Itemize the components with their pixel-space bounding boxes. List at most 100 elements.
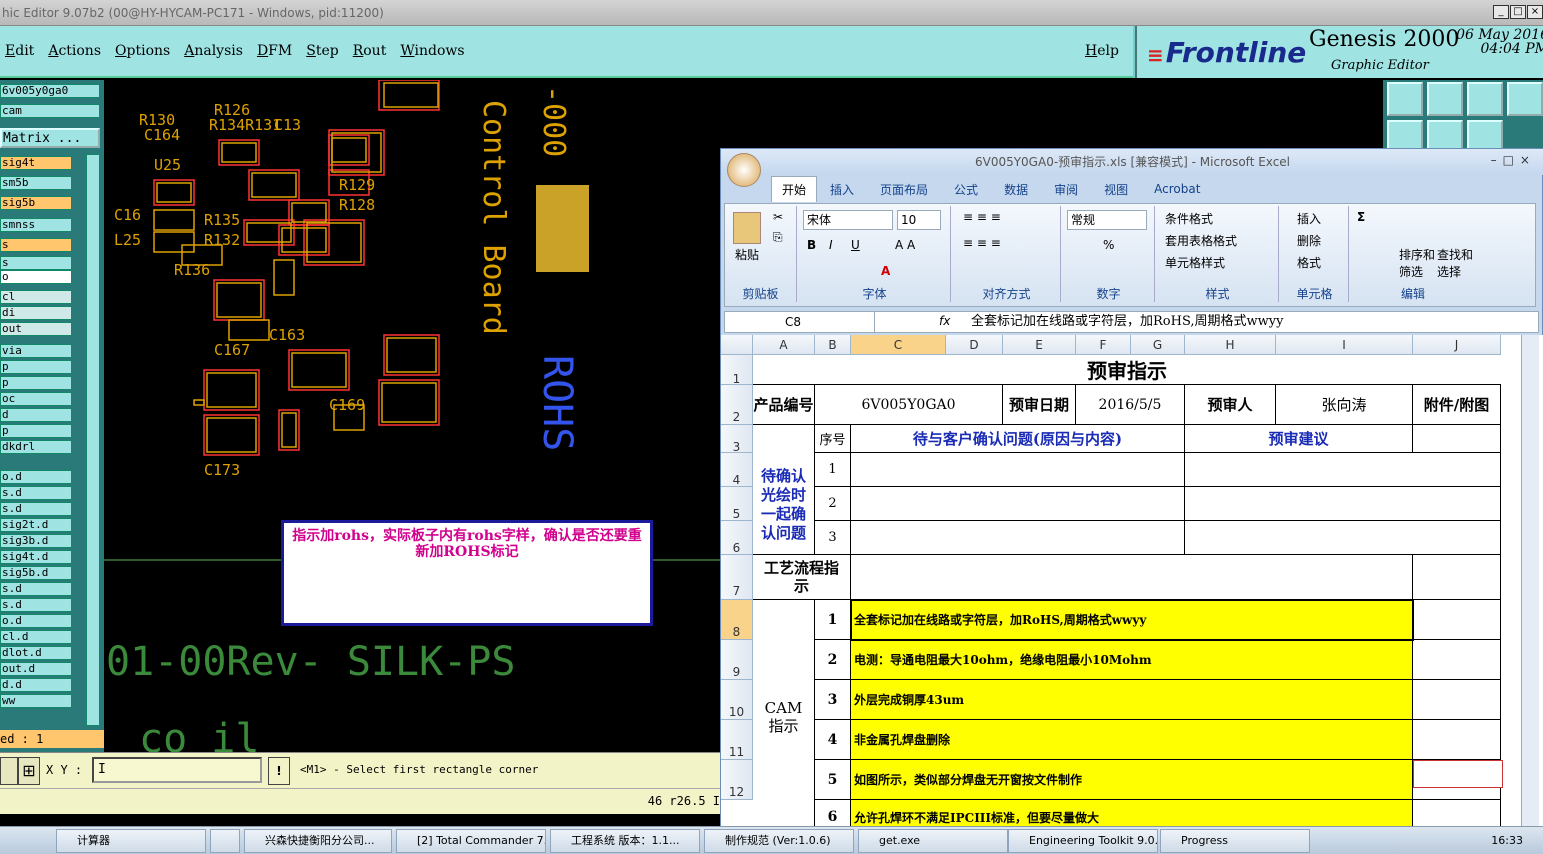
format-button[interactable]: 格式 [1297, 254, 1321, 271]
info-icon[interactable]: ! [268, 757, 290, 785]
layer-item[interactable]: s.d [0, 598, 72, 612]
tab-formulas[interactable]: 公式 [954, 181, 978, 198]
layer-item[interactable]: s [0, 256, 72, 270]
cmd-icon[interactable] [0, 757, 18, 785]
advice-cell[interactable] [1185, 487, 1501, 521]
date-label[interactable]: 预审日期 [1003, 385, 1076, 425]
product-label[interactable]: 产品编号 [753, 385, 815, 425]
excel-window-controls[interactable]: –□× [1491, 153, 1536, 167]
cam-item-number[interactable]: 4 [815, 720, 851, 760]
layer-item[interactable]: out [0, 322, 72, 336]
layer-scrollbar[interactable] [86, 154, 100, 726]
insert-button[interactable]: 插入 [1297, 210, 1321, 227]
taskbar-item[interactable]: get.exe [858, 829, 1008, 853]
layer-item[interactable]: oc [0, 392, 72, 406]
grow-font-icon[interactable]: A A [895, 238, 915, 252]
tab-page-layout[interactable]: 页面布局 [880, 181, 928, 198]
tab-view[interactable]: 视图 [1104, 181, 1128, 198]
row-header[interactable]: 2 [721, 385, 753, 425]
cam-item-text[interactable]: 如图所示，类似部分焊盘无开窗按文件制作 [851, 760, 1413, 800]
issue-cell[interactable] [851, 521, 1185, 555]
layer-item[interactable]: sig4t.d [0, 550, 72, 564]
delete-button[interactable]: 删除 [1297, 232, 1321, 249]
seq-label[interactable]: 序号 [815, 425, 851, 453]
formula-input[interactable]: 全套标记加在线路或字符层，加RoHS,周期格式wwyy [969, 312, 1283, 332]
menu-options[interactable]: Options [115, 43, 170, 59]
table-format-button[interactable]: 套用表格格式 [1165, 232, 1237, 249]
layer-item[interactable]: cl.d [0, 630, 72, 644]
font-size-select[interactable]: 10 [897, 210, 941, 230]
cell-style-button[interactable]: 单元格样式 [1165, 254, 1225, 271]
cam-item-number[interactable]: 5 [815, 760, 851, 800]
find-button[interactable]: 查找和选择 [1437, 246, 1475, 280]
column-header[interactable]: B [815, 335, 851, 355]
layer-item[interactable]: d [0, 408, 72, 422]
empty-cell[interactable] [1413, 600, 1501, 640]
tool-up-icon[interactable] [1387, 82, 1423, 116]
layer-item[interactable]: dkdrl [0, 440, 72, 454]
taskbar-item[interactable]: 兴森快捷衡阳分公司... [244, 829, 392, 853]
layer-item[interactable]: sig3b.d [0, 534, 72, 548]
column-header[interactable]: C [851, 335, 946, 355]
italic-icon[interactable]: I [829, 238, 833, 252]
column-header[interactable]: D [946, 335, 1003, 355]
fx-icon[interactable]: fx [939, 314, 950, 328]
menu-analysis[interactable]: Analysis [184, 43, 243, 59]
layer-item[interactable]: s.d [0, 486, 72, 500]
taskbar-item[interactable] [210, 829, 240, 853]
sheet-title[interactable]: 预审指示 [753, 355, 1501, 385]
tool-home-icon[interactable] [1467, 82, 1503, 116]
layer-item[interactable]: s [0, 238, 72, 252]
taskbar-item[interactable]: 制作规范 (Ver:1.0.6) [704, 829, 854, 853]
align-left-icon[interactable]: ≡ ≡ ≡ [963, 236, 1001, 250]
taskbar-item[interactable]: 计算器 [56, 829, 206, 853]
font-name-select[interactable]: 宋体 [803, 210, 893, 230]
menu-dfm[interactable]: DFM [257, 43, 292, 59]
layer-item[interactable]: ww [0, 694, 72, 708]
layer-item[interactable]: out.d [0, 662, 72, 676]
paste-label[interactable]: 粘贴 [735, 246, 759, 263]
cond-format-button[interactable]: 条件格式 [1165, 210, 1213, 227]
row-header[interactable]: 4 [721, 453, 753, 487]
xy-input[interactable]: I [92, 757, 262, 783]
seq-cell[interactable]: 3 [815, 521, 851, 555]
layer-item[interactable]: p [0, 376, 72, 390]
issue-header[interactable]: 待与客户确认问题(原因与内容) [851, 425, 1185, 453]
layer-item[interactable]: sm5b [0, 176, 72, 190]
layer-item[interactable]: smnss [0, 218, 72, 232]
layer-item[interactable]: s.d [0, 582, 72, 596]
column-header[interactable]: J [1413, 335, 1501, 355]
tab-home[interactable]: 开始 [771, 176, 818, 202]
column-header[interactable]: A [753, 335, 815, 355]
percent-icon[interactable]: % [1103, 238, 1114, 252]
column-header[interactable]: G [1131, 335, 1185, 355]
row-header[interactable]: 6 [721, 521, 753, 555]
advice-cell[interactable] [1185, 453, 1501, 487]
menu-edit[interactable]: Edit [5, 43, 34, 59]
row-header[interactable]: 11 [721, 720, 753, 760]
taskbar-item[interactable]: Progress [1160, 829, 1310, 853]
job-name[interactable]: 6v005y0ga0 [0, 84, 100, 98]
column-header[interactable]: H [1185, 335, 1276, 355]
menu-windows[interactable]: Windows [400, 43, 464, 59]
step-name[interactable]: cam [0, 104, 100, 118]
tool-down-icon[interactable] [1427, 82, 1463, 116]
empty-cell[interactable] [1413, 680, 1501, 720]
row-header[interactable]: 12 [721, 760, 753, 800]
column-header[interactable]: I [1276, 335, 1413, 355]
row-header[interactable]: 5 [721, 487, 753, 521]
reviewer-label[interactable]: 预审人 [1185, 385, 1276, 425]
menu-step[interactable]: Step [306, 43, 338, 59]
seq-cell[interactable]: 1 [815, 453, 851, 487]
layer-item[interactable]: sig5b.d [0, 566, 72, 580]
font-color-icon[interactable]: A [881, 264, 890, 278]
layer-item[interactable]: s.d [0, 502, 72, 516]
layer-item[interactable]: sig5b [0, 196, 72, 210]
tab-insert[interactable]: 插入 [830, 181, 854, 198]
tool-zoom-icon[interactable] [1507, 82, 1543, 116]
cam-item-text[interactable]: 非金属孔焊盘删除 [851, 720, 1413, 760]
cam-item-number[interactable]: 1 [815, 600, 851, 640]
layer-item[interactable]: sig4t [0, 156, 72, 170]
embedded-picture[interactable] [1413, 760, 1503, 788]
cam-item-text[interactable]: 电测：导通电阻最大10ohm，绝缘电阻最小10Mohm [851, 640, 1413, 680]
